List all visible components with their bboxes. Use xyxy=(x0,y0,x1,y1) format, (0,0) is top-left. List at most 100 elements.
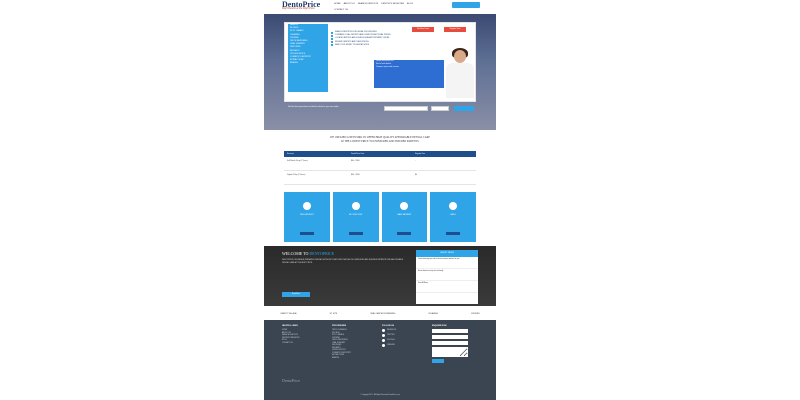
footer-follow-us: Follow Us Facebook Twitter Google+ Linke… xyxy=(382,325,396,349)
step-more-button[interactable] xyxy=(397,232,412,235)
table-cell: $0 xyxy=(415,174,417,176)
social-label: LinkedIn xyxy=(387,344,395,347)
step-label: Get Discount xyxy=(348,214,363,216)
welcome-text: DENTOPRICE IS A NEW ALTERNATIVE DENTAL N… xyxy=(282,259,404,264)
enquire-email-field[interactable] xyxy=(432,335,468,339)
copyright: © Copyright 2017 - All Rights Reserved D… xyxy=(360,395,400,396)
enquire-name-field[interactable] xyxy=(432,329,468,333)
doctor-head xyxy=(454,50,466,63)
step-label: Find Dentists xyxy=(300,214,314,216)
hero-info-box: Dental procedures list Find a local dent… xyxy=(374,60,444,88)
network-line-2: AT THE LOWEST PRICE TO UNINSURED AND INS… xyxy=(340,140,420,143)
step-find-dentists: Find Dentists xyxy=(284,192,330,242)
step-more-button[interactable] xyxy=(299,232,314,235)
main-nav: Home About Us Search Dentists Dentists R… xyxy=(334,3,413,5)
welcome-title-brand: DENTOPRICE xyxy=(309,251,335,256)
nav-item-search[interactable]: Search Dentists xyxy=(358,3,379,5)
enquire-submit-button[interactable] xyxy=(432,359,444,363)
enquire-phone-field[interactable] xyxy=(432,341,468,345)
social-link-twitter[interactable]: Twitter xyxy=(382,334,396,337)
register-now-button[interactable]: Register Now xyxy=(444,27,466,32)
social-link-linkedin[interactable]: LinkedIn xyxy=(382,344,396,347)
city-link[interactable]: Oral Cancer Screening xyxy=(370,313,395,315)
step-more-button[interactable] xyxy=(446,232,461,235)
google-plus-icon xyxy=(382,339,385,342)
footer-link[interactable]: Contact Us xyxy=(282,342,299,345)
linkedin-icon xyxy=(382,344,385,347)
top-bar: DentoPrice Right Dentist at the Right Pr… xyxy=(264,0,496,14)
footer: Helpful Links Home About Us Search Denti… xyxy=(264,320,496,400)
welcome-title: WELCOME TO DENTOPRICE xyxy=(282,251,334,256)
read-more-button[interactable]: Read More xyxy=(282,292,310,297)
footer-procedures: Procedures Teeth Cleaning Fillings Root … xyxy=(332,325,351,359)
step-more-button[interactable] xyxy=(348,232,363,235)
nav-item-about[interactable]: About Us xyxy=(344,3,355,5)
news-item[interactable]: Tooth whitening tips and the best treatm… xyxy=(416,257,478,269)
payment-icon xyxy=(400,202,409,210)
footer-enquire: Enquire Now xyxy=(432,325,468,363)
city-link[interactable]: Crowns xyxy=(471,313,480,315)
doctor-image xyxy=(444,48,474,98)
nav-item-register[interactable]: Dentists Register xyxy=(381,3,404,5)
logo-tagline: Right Dentist at the Right Price xyxy=(282,7,315,10)
doctor-coat xyxy=(446,63,474,98)
latest-news-box: Latest News Tooth whitening tips and the… xyxy=(416,250,478,304)
best-deals-button[interactable]: Get Best Deals xyxy=(412,27,434,32)
welcome-title-pre: WELCOME TO xyxy=(282,251,309,256)
price-table: Services DentoPrice Cost Regular Fee Ful… xyxy=(284,151,476,185)
sidebar-item-braces[interactable]: Braces xyxy=(288,62,328,65)
procedure-sidebar: Search Fillings Root Canals Cleaning Cro… xyxy=(288,24,328,92)
enquire-message-field[interactable] xyxy=(432,347,468,357)
city-link[interactable]: Liberty Village xyxy=(280,313,296,315)
welcome-section: WELCOME TO DENTOPRICE DENTOPRICE IS A NE… xyxy=(264,246,496,306)
news-item[interactable]: Bonus dental care tips for the family xyxy=(416,269,478,281)
footer-heading: Enquire Now xyxy=(432,325,447,327)
nav-item-contact[interactable]: Contact Us xyxy=(334,9,348,11)
table-cell: Full Mouth X-ray (2 Years) xyxy=(287,160,308,162)
step-label: Smile xyxy=(450,214,456,216)
social-label: Twitter xyxy=(387,334,395,337)
footer-logo[interactable]: DentoPrice xyxy=(282,378,300,383)
nav-item-blog[interactable]: Blog xyxy=(407,3,413,5)
footer-helpful-links: Helpful Links Home About Us Search Denti… xyxy=(282,325,299,344)
procedure-search-input[interactable] xyxy=(384,106,428,111)
table-cell: $40 - $100 xyxy=(351,174,360,176)
step-smile: Smile xyxy=(430,192,476,242)
city-link[interactable]: St. Kits xyxy=(330,313,337,315)
discount-icon xyxy=(351,202,360,210)
table-row: Digital X-Ray (2 Years) $40 - $100 $0 xyxy=(284,171,476,185)
city-link[interactable]: Cleaning xyxy=(428,313,438,315)
benefit-item: Save Your Money on Dental Work xyxy=(331,44,411,47)
table-row: Full Mouth X-ray (2 Years) $40 - $100 - xyxy=(284,157,476,171)
network-heading: WE CREATED A NETWORK TO OFFER HIGH QUALI… xyxy=(264,136,496,144)
twitter-icon xyxy=(382,334,385,337)
search-note: Find the best procedures and find the de… xyxy=(288,106,339,108)
social-label: Facebook xyxy=(387,329,397,332)
zip-input[interactable] xyxy=(431,106,449,111)
step-make-payment: Make Payment xyxy=(381,192,428,242)
search-icon xyxy=(302,202,311,210)
table-cell: $40 - $100 xyxy=(351,160,360,162)
social-link-facebook[interactable]: Facebook xyxy=(382,329,396,332)
table-cell: Digital X-Ray (2 Years) xyxy=(287,174,306,176)
footer-heading: Procedures xyxy=(332,325,347,327)
info-line: Compare prices and reviews xyxy=(376,66,399,68)
nav-item-home[interactable]: Home xyxy=(334,3,341,5)
header-cta-button[interactable] xyxy=(452,2,480,8)
search-button[interactable] xyxy=(454,106,474,111)
view-all-news-link[interactable]: View All News xyxy=(416,281,478,293)
footer-heading: Helpful Links xyxy=(282,325,298,327)
footer-heading: Follow Us xyxy=(382,325,394,327)
social-link-google[interactable]: Google+ xyxy=(382,339,396,342)
step-get-discount: Get Discount xyxy=(332,192,379,242)
step-label: Make Payment xyxy=(397,214,412,216)
cities-strip: Liberty Village St. Kits Oral Cancer Scr… xyxy=(264,309,496,319)
smile-icon xyxy=(449,202,458,210)
footer-link[interactable]: Braces xyxy=(332,357,351,360)
table-cell: - xyxy=(415,160,416,162)
facebook-icon xyxy=(382,329,385,332)
hero-benefits-list: Search Dentists for Dental Procedures Co… xyxy=(331,31,411,47)
news-heading: Latest News xyxy=(416,250,478,257)
page: DentoPrice Right Dentist at the Right Pr… xyxy=(264,0,496,400)
steps-section: Find Dentists Get Discount Make Payment … xyxy=(284,192,476,242)
